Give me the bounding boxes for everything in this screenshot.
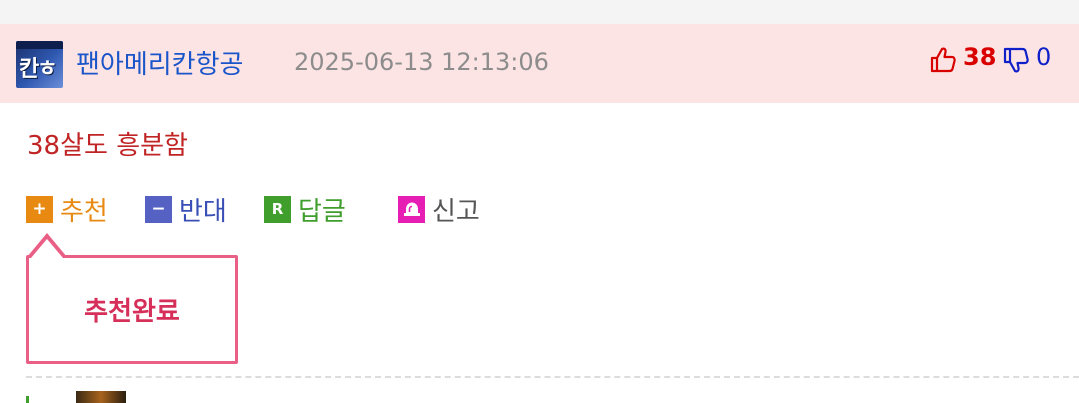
thumbs-up-icon[interactable] bbox=[929, 46, 957, 74]
minus-icon: − bbox=[145, 195, 172, 223]
recommend-label: 추천 bbox=[60, 196, 108, 227]
report-label: 신고 bbox=[432, 196, 480, 227]
avatar[interactable]: 칸ㅎ bbox=[16, 41, 63, 88]
next-comment-marker bbox=[26, 396, 29, 403]
recommend-complete-popup: 추천완료 bbox=[26, 255, 238, 364]
popup-message: 추천완료 bbox=[84, 297, 180, 327]
author-name[interactable]: 팬아메리칸항공 bbox=[76, 44, 243, 81]
avatar-text: 칸ㅎ bbox=[19, 57, 58, 82]
siren-icon bbox=[398, 195, 425, 223]
reply-label: 답글 bbox=[298, 196, 346, 227]
recommend-button[interactable]: + 추천 bbox=[26, 192, 108, 227]
comment-timestamp: 2025-06-13 12:13:06 bbox=[294, 48, 549, 76]
reply-button[interactable]: R 답글 bbox=[264, 192, 346, 227]
reply-icon: R bbox=[264, 195, 291, 223]
popup-arrow-fill bbox=[31, 239, 63, 258]
downvote-count: 0 bbox=[1036, 43, 1052, 71]
report-button[interactable]: 신고 bbox=[398, 192, 480, 227]
comment-divider bbox=[26, 376, 1079, 378]
thumbs-down-icon[interactable] bbox=[1002, 46, 1030, 74]
comment-body: 38살도 흥분함 bbox=[27, 131, 188, 161]
oppose-button[interactable]: − 반대 bbox=[145, 192, 227, 227]
avatar-banner bbox=[16, 41, 63, 49]
oppose-label: 반대 bbox=[179, 196, 227, 227]
plus-icon: + bbox=[26, 195, 53, 223]
top-spacer bbox=[0, 0, 1079, 24]
upvote-count: 38 bbox=[963, 43, 997, 71]
next-comment-avatar[interactable] bbox=[76, 391, 126, 403]
